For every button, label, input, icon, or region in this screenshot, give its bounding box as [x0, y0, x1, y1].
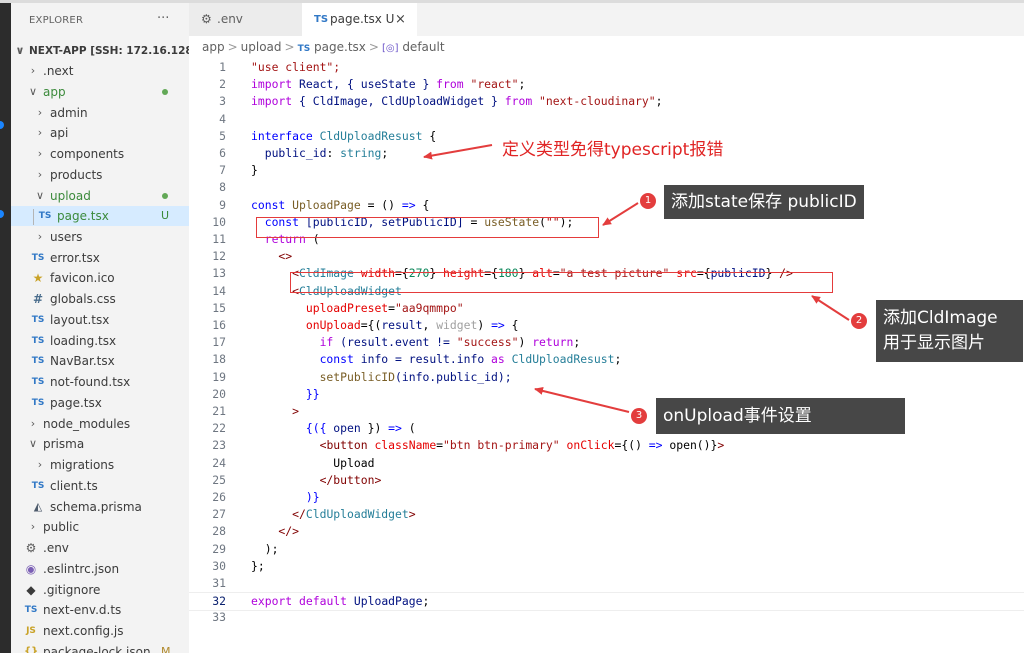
arrow-type-note: [423, 144, 493, 160]
arrow-note-1: [602, 202, 639, 226]
arrow-note-2: [811, 295, 850, 321]
arrow-note-3: [534, 387, 630, 413]
annotation-arrows: [423, 144, 850, 413]
